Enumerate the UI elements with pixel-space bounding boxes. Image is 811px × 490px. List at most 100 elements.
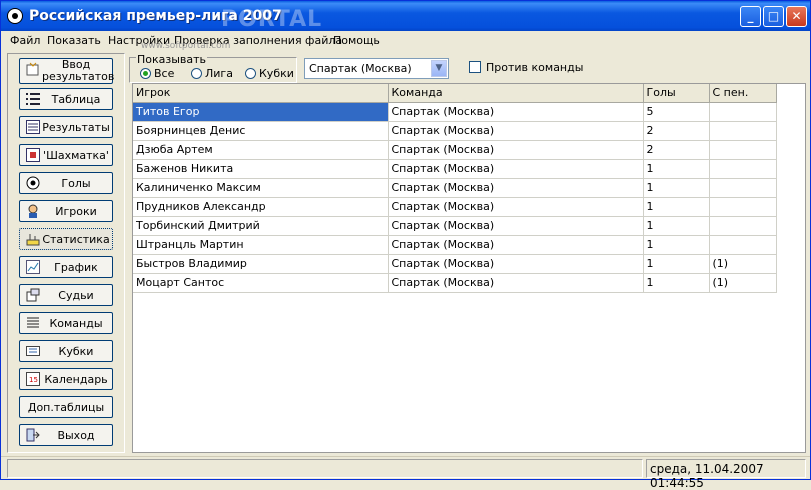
table-cell[interactable]: Титов Егор — [133, 102, 389, 122]
table-cell[interactable]: 2 — [643, 121, 710, 141]
sidebar-item-players[interactable]: Игроки — [19, 200, 113, 222]
exit-icon — [26, 428, 40, 442]
sidebar-item-extra-tables[interactable]: Доп.таблицы — [19, 396, 113, 418]
soccer-ball-icon[interactable] — [7, 8, 23, 24]
table-row[interactable]: Калиниченко Максим Спартак (Москва) 1 — [133, 178, 777, 198]
table-cell[interactable] — [709, 197, 777, 217]
table-cell[interactable]: (1) — [709, 273, 777, 293]
column-header-penalties[interactable]: С пен. — [709, 84, 777, 103]
against-team-checkbox[interactable]: Против команды — [469, 61, 583, 74]
close-button[interactable]: ✕ — [786, 6, 807, 27]
table-row[interactable]: Торбинский Дмитрий Спартак (Москва) 1 — [133, 216, 777, 236]
chessboard-icon — [26, 148, 40, 162]
table-cell[interactable] — [709, 159, 777, 179]
sidebar-item-goals[interactable]: Голы — [19, 172, 113, 194]
title-bar[interactable]: Российская премьер-лига 2007 PORTAL _ □ … — [1, 1, 810, 32]
table-cell[interactable]: 1 — [643, 159, 710, 179]
table-cell[interactable]: Торбинский Дмитрий — [133, 216, 389, 236]
table-cell[interactable]: Штранцль Мартин — [133, 235, 389, 255]
table-cell[interactable]: Калиниченко Максим — [133, 178, 389, 198]
table-cell[interactable]: Спартак (Москва) — [388, 254, 644, 274]
table-cell[interactable]: 1 — [643, 254, 710, 274]
column-header-goals[interactable]: Голы — [643, 84, 710, 103]
sidebar-item-label: График — [54, 261, 98, 274]
team-select[interactable]: Спартак (Москва) ▼ — [304, 58, 449, 79]
sidebar-item-results[interactable]: Результаты — [19, 116, 113, 138]
table-cell[interactable]: Спартак (Москва) — [388, 216, 644, 236]
input-icon — [26, 62, 40, 76]
table-cell[interactable]: Спартак (Москва) — [388, 178, 644, 198]
maximize-button[interactable]: □ — [763, 6, 784, 27]
table-cell[interactable]: (1) — [709, 254, 777, 274]
app-window: Российская премьер-лига 2007 PORTAL _ □ … — [0, 0, 811, 490]
stats-grid[interactable]: Игрок Команда Голы С пен. Титов Егор Спар… — [132, 83, 806, 453]
sidebar-item-exit[interactable]: Выход — [19, 424, 113, 446]
table-cell[interactable]: 1 — [643, 273, 710, 293]
sidebar-item-input-results[interactable]: Ввод результатов — [19, 58, 114, 84]
table-cell[interactable]: Спартак (Москва) — [388, 159, 644, 179]
sidebar-item-chessboard[interactable]: 'Шахматка' — [19, 144, 113, 166]
table-cell[interactable] — [709, 178, 777, 198]
sidebar-item-table[interactable]: Таблица — [19, 88, 113, 110]
table-row[interactable]: Штранцль Мартин Спартак (Москва) 1 — [133, 235, 777, 255]
table-cell[interactable]: 1 — [643, 178, 710, 198]
table-cell[interactable]: Боярнинцев Денис — [133, 121, 389, 141]
sidebar-item-teams[interactable]: Команды — [19, 312, 113, 334]
ball-icon — [26, 176, 40, 190]
sidebar-item-graph[interactable]: График — [19, 256, 113, 278]
filter-radio-league[interactable]: Лига — [191, 67, 233, 80]
table-cell[interactable]: 1 — [643, 235, 710, 255]
sidebar-item-cups[interactable]: Кубки — [19, 340, 113, 362]
menu-file[interactable]: Файл — [10, 34, 40, 47]
sidebar-item-statistics[interactable]: Статистика — [19, 228, 113, 250]
table-cell[interactable] — [709, 235, 777, 255]
checkbox-box[interactable] — [469, 61, 481, 73]
column-header-team[interactable]: Команда — [388, 84, 644, 103]
chevron-down-icon[interactable]: ▼ — [431, 60, 447, 77]
team-select-value: Спартак (Москва) — [309, 62, 412, 75]
table-row[interactable]: Прудников Александр Спартак (Москва) 1 — [133, 197, 777, 217]
column-header-player[interactable]: Игрок — [133, 84, 389, 103]
table-cell[interactable]: Дзюба Артем — [133, 140, 389, 160]
table-cell[interactable] — [709, 216, 777, 236]
minimize-button[interactable]: _ — [740, 6, 761, 27]
table-cell[interactable]: Прудников Александр — [133, 197, 389, 217]
table-cell[interactable]: Спартак (Москва) — [388, 235, 644, 255]
table-cell[interactable] — [709, 140, 777, 160]
sidebar-item-calendar[interactable]: 15 Календарь — [19, 368, 113, 390]
table-cell[interactable]: Моцарт Сантос — [133, 273, 389, 293]
filter-radio-cups[interactable]: Кубки — [245, 67, 294, 80]
table-cell[interactable] — [709, 121, 777, 141]
table-row[interactable]: Быстров Владимир Спартак (Москва) 1 (1) — [133, 254, 777, 274]
table-cell[interactable]: Спартак (Москва) — [388, 102, 644, 122]
table-row[interactable]: Моцарт Сантос Спартак (Москва) 1 (1) — [133, 273, 777, 293]
table-cell[interactable]: Быстров Владимир — [133, 254, 389, 274]
chart-icon — [26, 260, 40, 274]
table-cell[interactable]: 1 — [643, 197, 710, 217]
table-icon — [26, 92, 40, 106]
table-cell[interactable]: 2 — [643, 140, 710, 160]
table-cell[interactable]: Спартак (Москва) — [388, 140, 644, 160]
filter-radio-all[interactable]: Все — [140, 67, 174, 80]
portal-watermark: PORTAL — [221, 7, 323, 32]
menu-help[interactable]: Помощь — [333, 34, 380, 47]
table-cell[interactable]: 1 — [643, 216, 710, 236]
menu-view[interactable]: Показать — [47, 34, 101, 47]
table-cell[interactable]: Спартак (Москва) — [388, 121, 644, 141]
sidebar-item-referees[interactable]: Судьи — [19, 284, 113, 306]
sidebar-item-label: Голы — [61, 177, 91, 190]
table-row[interactable]: Боярнинцев Денис Спартак (Москва) 2 — [133, 121, 777, 141]
radio-label: Лига — [205, 67, 233, 80]
table-cell[interactable]: 5 — [643, 102, 710, 122]
table-row[interactable]: Баженов Никита Спартак (Москва) 1 — [133, 159, 777, 179]
table-cell[interactable]: Спартак (Москва) — [388, 273, 644, 293]
sidebar-item-label: 'Шахматка' — [43, 149, 109, 162]
sidebar-item-label: Календарь — [44, 373, 108, 386]
radio-label: Кубки — [259, 67, 294, 80]
table-cell[interactable]: Баженов Никита — [133, 159, 389, 179]
table-row[interactable]: Титов Егор Спартак (Москва) 5 — [133, 102, 777, 122]
table-cell[interactable]: Спартак (Москва) — [388, 197, 644, 217]
teams-icon — [26, 316, 40, 330]
table-cell[interactable] — [709, 102, 777, 122]
table-row[interactable]: Дзюба Артем Спартак (Москва) 2 — [133, 140, 777, 160]
